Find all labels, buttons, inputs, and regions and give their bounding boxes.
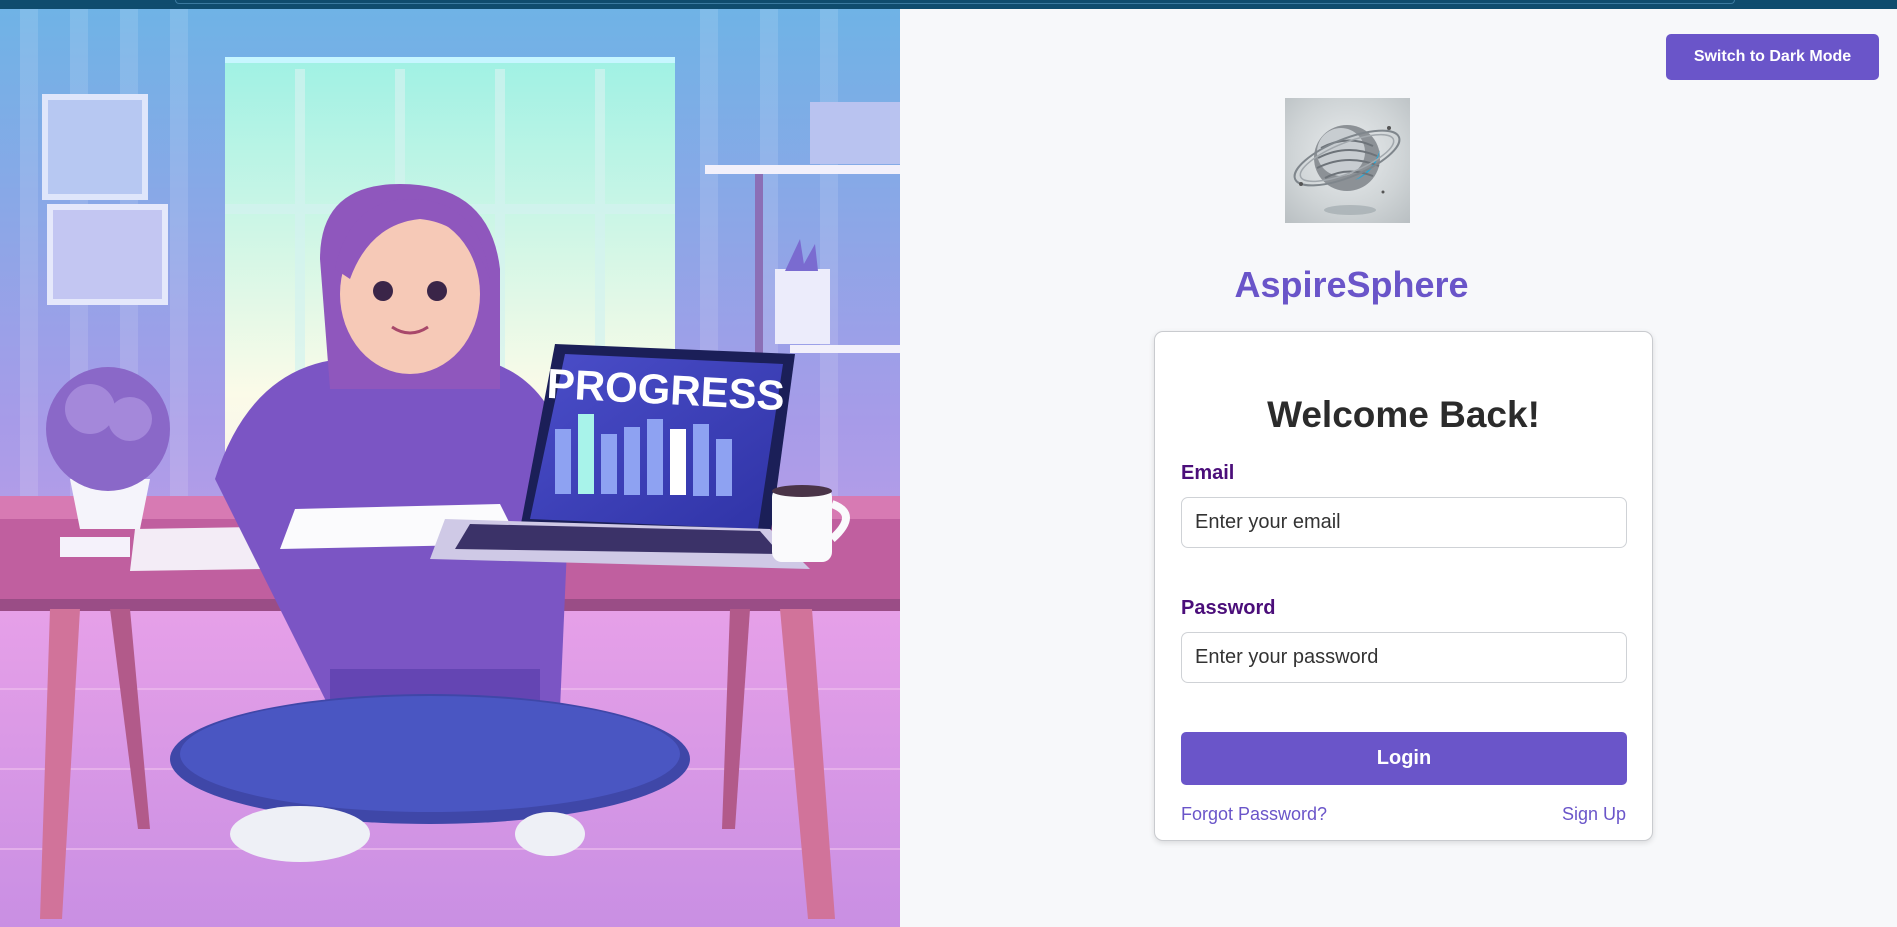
login-button[interactable]: Login [1181,732,1627,785]
sign-up-link[interactable]: Sign Up [1562,804,1626,825]
dark-mode-toggle-button[interactable]: Switch to Dark Mode [1666,34,1879,80]
login-card: Welcome Back! Email Password Login Forgo… [1154,331,1653,841]
brand-name: AspireSphere [1234,264,1469,305]
login-title: Welcome Back! [1267,394,1540,435]
hero-illustration-art: PROGRESS [0,9,900,927]
password-input[interactable] [1181,632,1627,683]
brand-logo [1285,98,1410,223]
login-panel: Switch to Dark Mode AspireSphere Welcome… [900,9,1897,927]
planet-sphere-logo-icon [1293,125,1401,215]
browser-top-bar [0,0,1897,9]
email-input[interactable] [1181,497,1627,548]
hero-illustration: PROGRESS [0,9,900,927]
forgot-password-link[interactable]: Forgot Password? [1181,804,1327,825]
address-bar-edge [175,0,1735,4]
email-label: Email [1181,462,1235,484]
password-label: Password [1181,597,1276,619]
